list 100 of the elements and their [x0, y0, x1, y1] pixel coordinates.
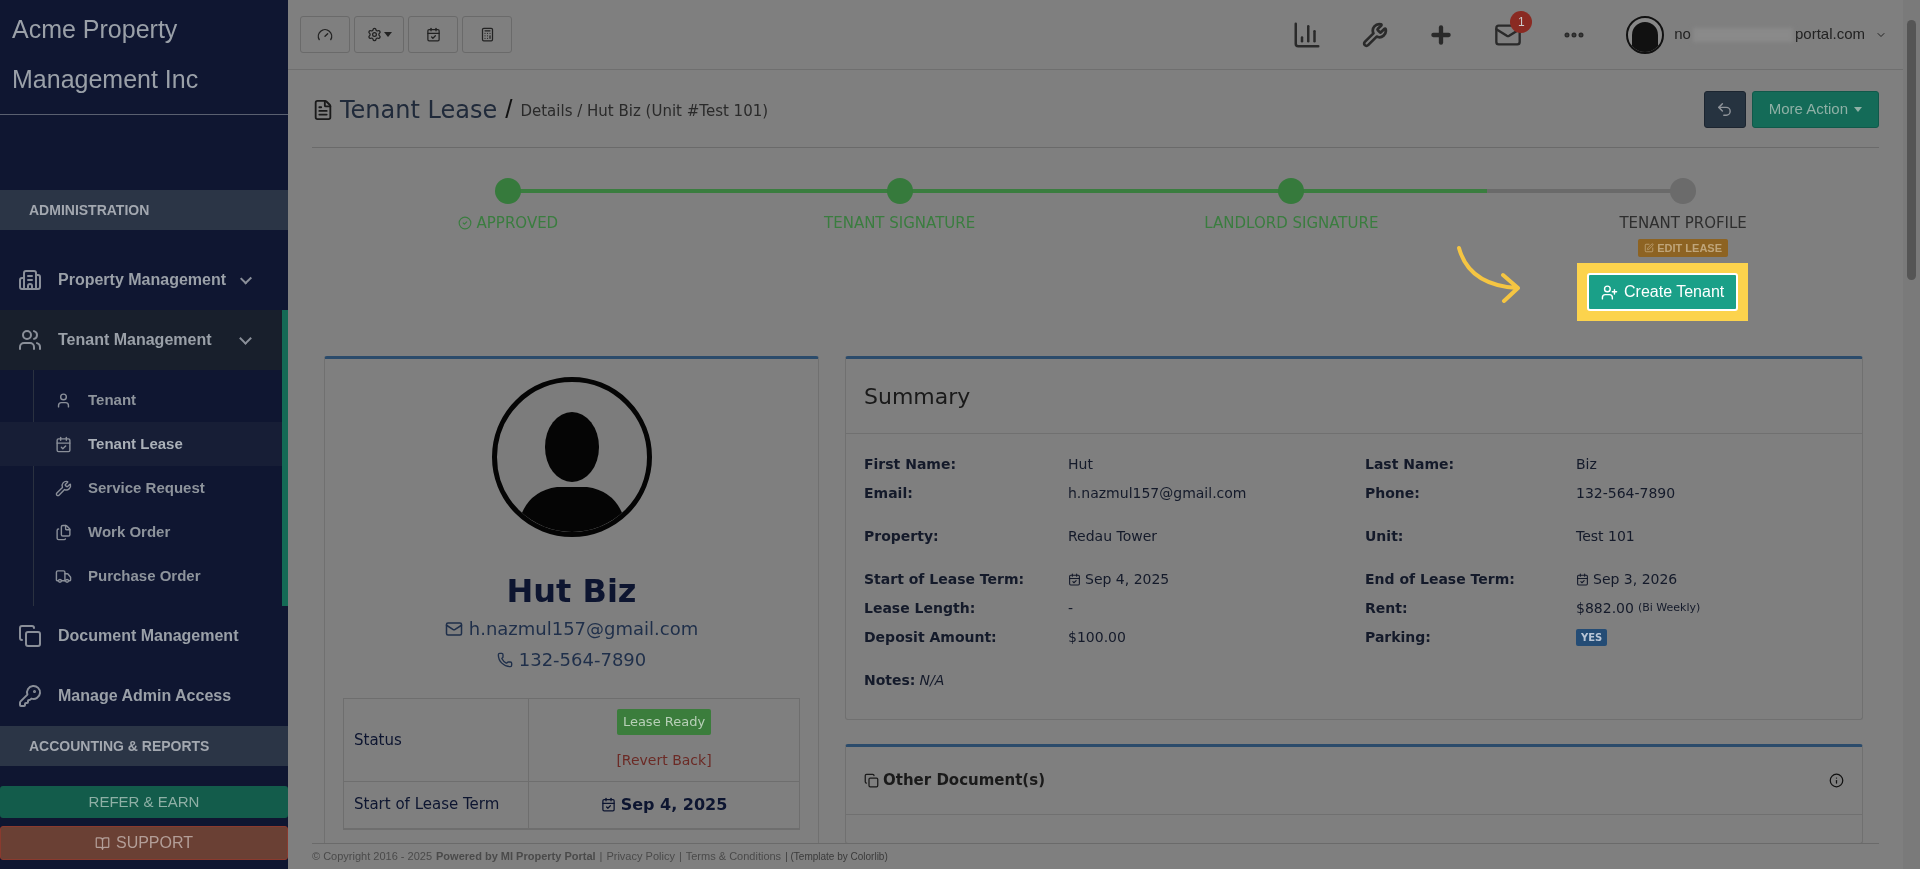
- nav-item[interactable]: Property Management: [0, 250, 288, 310]
- nav-subitem[interactable]: Work Order: [0, 510, 282, 554]
- template-credit: | (Template by Colorlib): [785, 850, 888, 864]
- wrench-icon[interactable]: [1362, 21, 1389, 48]
- parking-badge: YES: [1576, 629, 1608, 646]
- avatar-icon: [1626, 15, 1665, 54]
- field-label: Property:: [864, 527, 940, 546]
- truck-icon: [55, 567, 72, 585]
- field-label: Unit:: [1365, 527, 1405, 546]
- check-icon: [457, 216, 472, 231]
- calendar-icon: [1068, 573, 1081, 586]
- table-cell: Start of Lease Term: [344, 781, 529, 828]
- title-separator: /: [505, 93, 513, 126]
- key-icon: [18, 684, 42, 708]
- user-icon: [55, 391, 72, 409]
- users-icon: [18, 328, 42, 352]
- field-label: End of Lease Term:: [1365, 570, 1516, 589]
- page-title: Tenant Lease: [340, 94, 498, 126]
- calendar-icon: [425, 27, 441, 42]
- undo-icon: [1716, 101, 1734, 118]
- info-icon[interactable]: [1829, 773, 1844, 788]
- documents-icon: [18, 624, 42, 648]
- step-label: LANDLORD SIGNATURE: [1204, 213, 1379, 234]
- field-value: Redau Tower: [1068, 527, 1158, 546]
- footer-separator: |: [599, 849, 603, 865]
- field-value: Sep 3, 2026: [1593, 570, 1678, 589]
- field-value: $882.00: [1576, 599, 1634, 618]
- calculator-button[interactable]: [462, 16, 512, 53]
- gauge-icon: [317, 26, 333, 43]
- table-cell-text: Sep 4, 2025: [620, 793, 728, 816]
- caret-icon: [383, 32, 392, 37]
- nav-subitem[interactable]: Purchase Order: [0, 554, 282, 598]
- settings-button[interactable]: [354, 16, 404, 53]
- edit-icon: [1644, 242, 1655, 253]
- nav-subitem[interactable]: Tenant: [0, 378, 282, 422]
- phone-icon: [496, 651, 513, 668]
- files-icon: [55, 523, 72, 541]
- documents-icon: [864, 773, 879, 788]
- field-label: Last Name:: [1365, 455, 1456, 474]
- step-label: APPROVED: [457, 212, 559, 235]
- field-value: Biz: [1576, 455, 1597, 474]
- brand-name: Acme Property: [12, 14, 179, 45]
- brand-name: Management Inc: [12, 64, 200, 95]
- tenant-name: Hut Biz: [506, 571, 637, 612]
- nav-item[interactable]: Tenant Management: [0, 310, 288, 370]
- step-label: TENANT SIGNATURE: [824, 213, 976, 234]
- summary-title: Summary: [864, 382, 971, 411]
- create-tenant-button[interactable]: Create Tenant: [1587, 273, 1739, 311]
- section-header: ADMINISTRATION: [0, 190, 288, 230]
- tenant-phone: 132-564-7890: [518, 648, 647, 672]
- field-label: Deposit Amount:: [864, 628, 998, 647]
- mail-icon: [444, 619, 463, 638]
- documents-title: Other Document(s): [883, 770, 1046, 792]
- document-icon: [312, 98, 334, 121]
- add-user-icon: [1601, 283, 1618, 301]
- back-button[interactable]: [1703, 91, 1746, 128]
- refer-earn-button[interactable]: REFER & EARN: [0, 786, 288, 818]
- nav-subitem[interactable]: Service Request: [0, 466, 282, 510]
- support-button[interactable]: SUPPORT: [0, 826, 288, 860]
- nav-item[interactable]: Document Management: [0, 606, 288, 666]
- calendar-button[interactable]: [408, 16, 458, 53]
- dashboard-button[interactable]: [300, 16, 350, 53]
- notification-badge: 1: [1510, 10, 1533, 33]
- field-value: N/A: [919, 671, 945, 690]
- status-badge: Lease Ready: [616, 709, 712, 735]
- field-value: Sep 4, 2025: [1085, 570, 1170, 589]
- field-value: $100.00: [1068, 628, 1126, 647]
- field-label: First Name:: [864, 455, 957, 474]
- nav-subitem[interactable]: Tenant Lease: [0, 422, 282, 466]
- section-header: ACCOUNTING & REPORTS: [0, 726, 288, 766]
- field-value: Hut: [1068, 455, 1093, 474]
- field-value: -: [1068, 599, 1074, 618]
- user-menu[interactable]: no portal.com: [1626, 15, 1887, 54]
- field-label: Lease Length:: [864, 599, 977, 618]
- calendar-icon: [55, 435, 72, 453]
- field-label: Notes:: [864, 671, 916, 690]
- field-label: Rent:: [1365, 599, 1409, 618]
- breadcrumb: Details / Hut Biz (Unit #Test 101): [520, 101, 769, 123]
- step-label: TENANT PROFILE: [1619, 213, 1747, 234]
- field-value: Test 101: [1576, 527, 1635, 546]
- field-value: h.nazmul157@gmail.com: [1068, 484, 1247, 503]
- calendar-icon: [1576, 573, 1589, 586]
- calendar-icon: [600, 797, 616, 812]
- nav-item[interactable]: Manage Admin Access: [0, 666, 288, 726]
- book-icon: [94, 835, 110, 851]
- wrench-icon: [55, 479, 72, 497]
- footer-separator: |: [678, 849, 682, 865]
- settings-icon: [366, 27, 382, 42]
- scrollbar[interactable]: [1903, 0, 1920, 869]
- calculator-icon: [479, 27, 495, 42]
- field-label: Start of Lease Term:: [864, 570, 1026, 589]
- field-value: 132-564-7890: [1576, 484, 1676, 503]
- field-label: Phone:: [1365, 484, 1421, 503]
- tenant-email: h.nazmul157@gmail.com: [468, 617, 699, 641]
- field-label: Email:: [864, 484, 914, 503]
- building-icon: [18, 268, 42, 292]
- table-cell: Status: [344, 699, 529, 781]
- caret-icon: [1854, 107, 1862, 112]
- rent-frequency: (Bi Weekly): [1637, 600, 1701, 617]
- field-label: Parking:: [1365, 628, 1432, 647]
